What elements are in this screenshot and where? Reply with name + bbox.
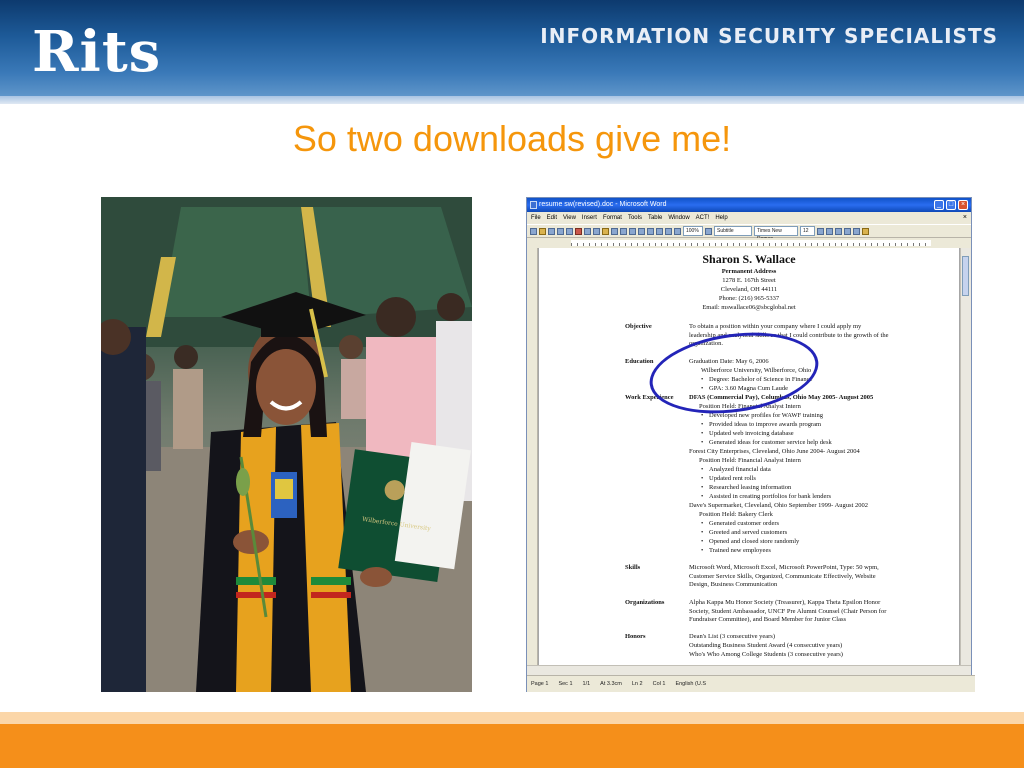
- font-size-select[interactable]: 12: [800, 226, 815, 236]
- bold-icon[interactable]: [817, 227, 824, 235]
- job3-bullet: Trained new employees: [701, 547, 771, 554]
- status-page: Page 1: [531, 681, 549, 687]
- drawing-icon[interactable]: [665, 227, 672, 235]
- vertical-scrollbar[interactable]: [960, 248, 971, 665]
- slide-title: So two downloads give me!: [292, 118, 732, 159]
- document-area[interactable]: Sharon S. Wallace Permanent Address 1278…: [527, 248, 961, 665]
- company-tagline: INFORMATION SECURITY SPECIALISTS: [540, 24, 998, 48]
- organizations-label: Organizations: [625, 599, 665, 606]
- spelling-icon[interactable]: [575, 227, 582, 235]
- style-select[interactable]: Subtitle: [714, 226, 752, 236]
- resume-name: Sharon S. Wallace: [702, 252, 796, 266]
- phone-line: Phone: (216) 965-5337: [718, 295, 780, 302]
- job2-bullet: Researched leasing information: [701, 484, 791, 491]
- highlight-icon[interactable]: [862, 227, 869, 235]
- job3-position: Position Held: Bakery Clerk: [699, 511, 773, 518]
- job2-header: Forest City Enterprises, Cleveland, Ohio…: [689, 448, 860, 455]
- job2-bullet: Updated rent rolls: [701, 475, 756, 482]
- menu-tools[interactable]: Tools: [628, 212, 642, 224]
- close-document-icon[interactable]: ×: [963, 212, 967, 224]
- header-band: Rits INFORMATION SECURITY SPECIALISTS: [0, 0, 1024, 104]
- menu-insert[interactable]: Insert: [582, 212, 597, 224]
- underline-icon[interactable]: [835, 227, 842, 235]
- print-icon[interactable]: [557, 227, 564, 235]
- document-page[interactable]: Sharon S. Wallace Permanent Address 1278…: [539, 248, 959, 665]
- job1-bullet: Generated ideas for customer service hel…: [701, 439, 832, 446]
- undo-icon[interactable]: [611, 227, 618, 235]
- status-line: Ln 2: [631, 681, 643, 687]
- window-title: resume sw(revised).doc - Microsoft Word: [539, 201, 667, 208]
- organizations-text: Alpha Kappa Mu Honor Society (Treasurer)…: [689, 599, 887, 623]
- save-icon[interactable]: [548, 227, 555, 235]
- footer-band: [0, 724, 1024, 768]
- new-icon[interactable]: [530, 227, 537, 235]
- cut-icon[interactable]: [584, 227, 591, 235]
- job1-bullet: Updated web invoicing database: [701, 430, 794, 437]
- honors-line: Who's Who Among College Students (3 cons…: [689, 651, 843, 658]
- italic-icon[interactable]: [826, 227, 833, 235]
- job1-bullet: Provided ideas to improve awards program: [701, 421, 821, 428]
- font-select[interactable]: Times New Roman: [754, 226, 798, 242]
- job3-header: Dave's Supermarket, Cleveland, Ohio Sept…: [689, 502, 868, 509]
- align-center-icon[interactable]: [853, 227, 860, 235]
- preview-icon[interactable]: [566, 227, 573, 235]
- word-window[interactable]: resume sw(revised).doc - Microsoft Word …: [526, 197, 975, 692]
- menu-table[interactable]: Table: [648, 212, 662, 224]
- status-bar: Page 1 Sec 1 1/1 At 3.3cm Ln 2 Col 1 Eng…: [527, 675, 975, 692]
- status-at: At 3.3cm: [600, 681, 622, 687]
- paste-icon[interactable]: [602, 227, 609, 235]
- status-section: Sec 1: [558, 681, 573, 687]
- job3-bullet: Generated customer orders: [701, 520, 779, 527]
- menu-edit[interactable]: Edit: [547, 212, 557, 224]
- honors-line: Dean's List (3 consecutive years): [689, 633, 776, 640]
- help-icon[interactable]: [705, 227, 712, 235]
- city-line: Cleveland, OH 44111: [720, 286, 778, 293]
- word-app-icon: [530, 201, 537, 209]
- skills-label: Skills: [625, 564, 641, 571]
- objective-label: Objective: [625, 323, 652, 330]
- menu-file[interactable]: File: [531, 212, 541, 224]
- job3-bullet: Opened and closed store randomly: [701, 538, 799, 545]
- word-titlebar[interactable]: resume sw(revised).doc - Microsoft Word …: [527, 198, 971, 212]
- menu-help[interactable]: Help: [715, 212, 727, 224]
- menu-bar: File Edit View Insert Format Tools Table…: [527, 212, 971, 224]
- table-icon[interactable]: [638, 227, 645, 235]
- status-language: English (U.S: [675, 681, 707, 687]
- job2-bullet: Assisted in creating portfolios for bank…: [701, 493, 831, 500]
- scrollbar-thumb[interactable]: [962, 256, 969, 296]
- zoom-select[interactable]: 100%: [683, 226, 703, 236]
- hyperlink-icon[interactable]: [629, 227, 636, 235]
- footer-accent: [0, 712, 1024, 724]
- status-pages: 1/1: [582, 681, 591, 687]
- job2-bullet: Analyzed financial data: [701, 466, 771, 473]
- menu-act[interactable]: ACT!: [696, 212, 710, 224]
- excel-icon[interactable]: [647, 227, 654, 235]
- job2-position: Position Held: Financial Analyst Intern: [699, 457, 801, 464]
- paragraph-marks-icon[interactable]: [674, 227, 681, 235]
- vertical-ruler[interactable]: [527, 248, 538, 665]
- align-left-icon[interactable]: [844, 227, 851, 235]
- open-icon[interactable]: [539, 227, 546, 235]
- education-label: Education: [625, 358, 654, 365]
- status-column: Col 1: [652, 681, 666, 687]
- close-button[interactable]: ×: [958, 200, 968, 210]
- standard-toolbar: 100% Subtitle Times New Roman 12: [527, 224, 971, 242]
- copy-icon[interactable]: [593, 227, 600, 235]
- maximize-button[interactable]: □: [946, 200, 956, 210]
- menu-view[interactable]: View: [563, 212, 576, 224]
- skills-text: Microsoft Word, Microsoft Excel, Microso…: [689, 564, 879, 588]
- menu-format[interactable]: Format: [603, 212, 622, 224]
- columns-icon[interactable]: [656, 227, 663, 235]
- graduation-photo: Wilberforce University: [101, 197, 472, 692]
- street-line: 1278 E. 167th Street: [722, 277, 776, 284]
- rits-logo: Rits: [32, 19, 162, 85]
- minimize-button[interactable]: _: [934, 200, 944, 210]
- email-line: Email: mswallace06@sbcglobal.net: [702, 304, 796, 311]
- menu-window[interactable]: Window: [668, 212, 689, 224]
- honors-line: Outstanding Business Student Award (4 co…: [689, 642, 843, 649]
- honors-label: Honors: [625, 633, 646, 640]
- job3-bullet: Greeted and served customers: [701, 529, 787, 536]
- permanent-address-label: Permanent Address: [721, 268, 777, 275]
- redo-icon[interactable]: [620, 227, 627, 235]
